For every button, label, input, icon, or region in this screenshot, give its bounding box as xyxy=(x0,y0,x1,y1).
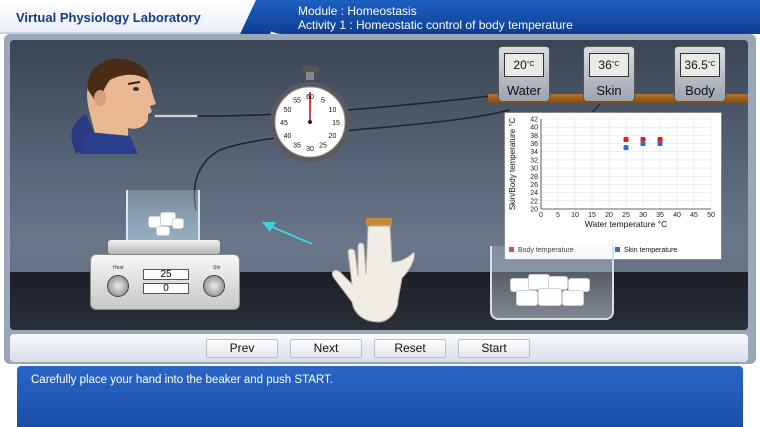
hot-plate-body: Heat Stir 25 0 xyxy=(90,254,240,310)
dial-number: 40 xyxy=(284,133,292,140)
temperature-graph: 20 22 24 26 28 30 32 34 36 38 40 42 0 5 10 15 20 25 30 35 40… xyxy=(504,112,722,260)
instruction-panel: Carefully place your hand into the beake… xyxy=(17,366,743,427)
prev-button[interactable]: Prev xyxy=(206,339,278,358)
dial-number: 15 xyxy=(332,120,340,127)
x-axis-label: Water temperature °C xyxy=(585,219,667,229)
ice-cube xyxy=(156,226,170,236)
y-axis-label: Skin/Body temperature °C xyxy=(508,117,517,210)
y-tick-label: 20 xyxy=(530,207,538,214)
y-tick-label: 42 xyxy=(530,117,538,124)
x-tick-label: 35 xyxy=(656,212,664,219)
dial-number: 45 xyxy=(280,120,288,127)
module-banner: Module : Homeostasis Activity 1 : Homeos… xyxy=(258,0,760,34)
hot-plate-readout-bottom: 0 xyxy=(143,283,189,294)
legend-label: Skin temperature xyxy=(624,247,677,254)
arrow-icon xyxy=(262,222,313,245)
y-tick-label: 26 xyxy=(530,182,538,189)
data-point xyxy=(657,141,663,147)
y-tick-label: 30 xyxy=(530,166,538,173)
skin-temp-screen: 36°C xyxy=(589,53,629,77)
body-temp-display: 36.5°C Body xyxy=(674,46,726,102)
reset-button[interactable]: Reset xyxy=(374,339,446,358)
gloved-hand[interactable] xyxy=(328,218,418,330)
hot-plate-readout-top: 25 xyxy=(143,269,189,280)
x-tick-label: 45 xyxy=(690,212,698,219)
x-tick-label: 30 xyxy=(639,212,647,219)
x-tick-label: 25 xyxy=(622,212,630,219)
ice-cube xyxy=(172,218,184,229)
water-temp-screen: 20°C xyxy=(504,53,544,77)
start-button[interactable]: Start xyxy=(458,339,530,358)
data-point xyxy=(623,145,629,151)
hot-plate: Heat Stir 25 0 xyxy=(90,240,240,310)
data-point xyxy=(640,141,646,147)
skin-temp-display: 36°C Skin xyxy=(583,46,635,102)
x-tick-label: 0 xyxy=(539,212,543,219)
x-tick-label: 15 xyxy=(588,212,596,219)
legend-swatch xyxy=(615,247,620,252)
scatter-chart: 2022242628303234363840420 5 10 15 20 25 30 35 40… xyxy=(508,117,715,255)
stopwatch[interactable]: 60 5 10 15 2025 30 3540 45 5055 xyxy=(266,66,354,164)
ice-chunk xyxy=(538,288,562,306)
heat-knob[interactable] xyxy=(107,275,129,297)
skin-temp-label: Skin xyxy=(596,83,622,98)
stir-knob[interactable] xyxy=(203,275,225,297)
body-temp-screen: 36.5°C xyxy=(680,53,720,77)
instruction-text: Carefully place your hand into the beake… xyxy=(31,374,333,386)
y-tick-label: 24 xyxy=(530,190,538,197)
dial-number: 20 xyxy=(329,133,337,140)
ice-beaker xyxy=(490,246,614,320)
y-tick-label: 28 xyxy=(530,174,538,181)
water-temp-display: 20°C Water xyxy=(498,46,550,102)
water-beaker[interactable] xyxy=(126,190,200,246)
lab-stage: 60 5 10 15 20 25 30 35 40 45 50 55 20°C Water 36°C … xyxy=(10,40,748,330)
ice-chunk xyxy=(516,290,538,306)
y-tick-label: 38 xyxy=(530,133,538,140)
dial-number: 30 xyxy=(306,146,314,153)
heat-knob-label: Heat xyxy=(113,265,124,271)
dial-number: 50 xyxy=(284,107,292,114)
x-tick-label: 50 xyxy=(707,212,715,219)
title-tab: Virtual Physiology Laboratory xyxy=(0,0,268,34)
dial-number: 35 xyxy=(293,143,301,150)
body-temp-label: Body xyxy=(685,83,715,98)
next-button[interactable]: Next xyxy=(290,339,362,358)
app-title: Virtual Physiology Laboratory xyxy=(16,10,201,25)
dial-number: 25 xyxy=(319,143,327,150)
navigation-bar: Prev Next Reset Start xyxy=(10,334,748,362)
dial-number: 55 xyxy=(293,97,301,104)
dial-number: 60 xyxy=(306,94,314,101)
y-tick-label: 34 xyxy=(530,149,538,156)
stir-knob-label: Stir xyxy=(213,265,221,271)
x-tick-label: 5 xyxy=(556,212,560,219)
module-name: Module : Homeostasis xyxy=(298,4,417,18)
ice-chunk xyxy=(562,290,584,306)
x-tick-label: 10 xyxy=(571,212,579,219)
y-tick-label: 32 xyxy=(530,157,538,164)
hot-plate-top xyxy=(108,240,220,254)
data-point xyxy=(623,136,629,142)
dial-number: 5 xyxy=(321,97,325,104)
activity-name: Activity 1 : Homeostatic control of body… xyxy=(298,18,573,32)
y-tick-label: 40 xyxy=(530,125,538,132)
y-tick-label: 22 xyxy=(530,198,538,205)
x-tick-label: 40 xyxy=(673,212,681,219)
dial-number: 10 xyxy=(329,107,337,114)
water-temp-label: Water xyxy=(506,83,542,98)
y-tick-label: 36 xyxy=(530,141,538,148)
x-tick-label: 20 xyxy=(605,212,613,219)
header-bar: Virtual Physiology Laboratory Module : H… xyxy=(0,0,760,34)
